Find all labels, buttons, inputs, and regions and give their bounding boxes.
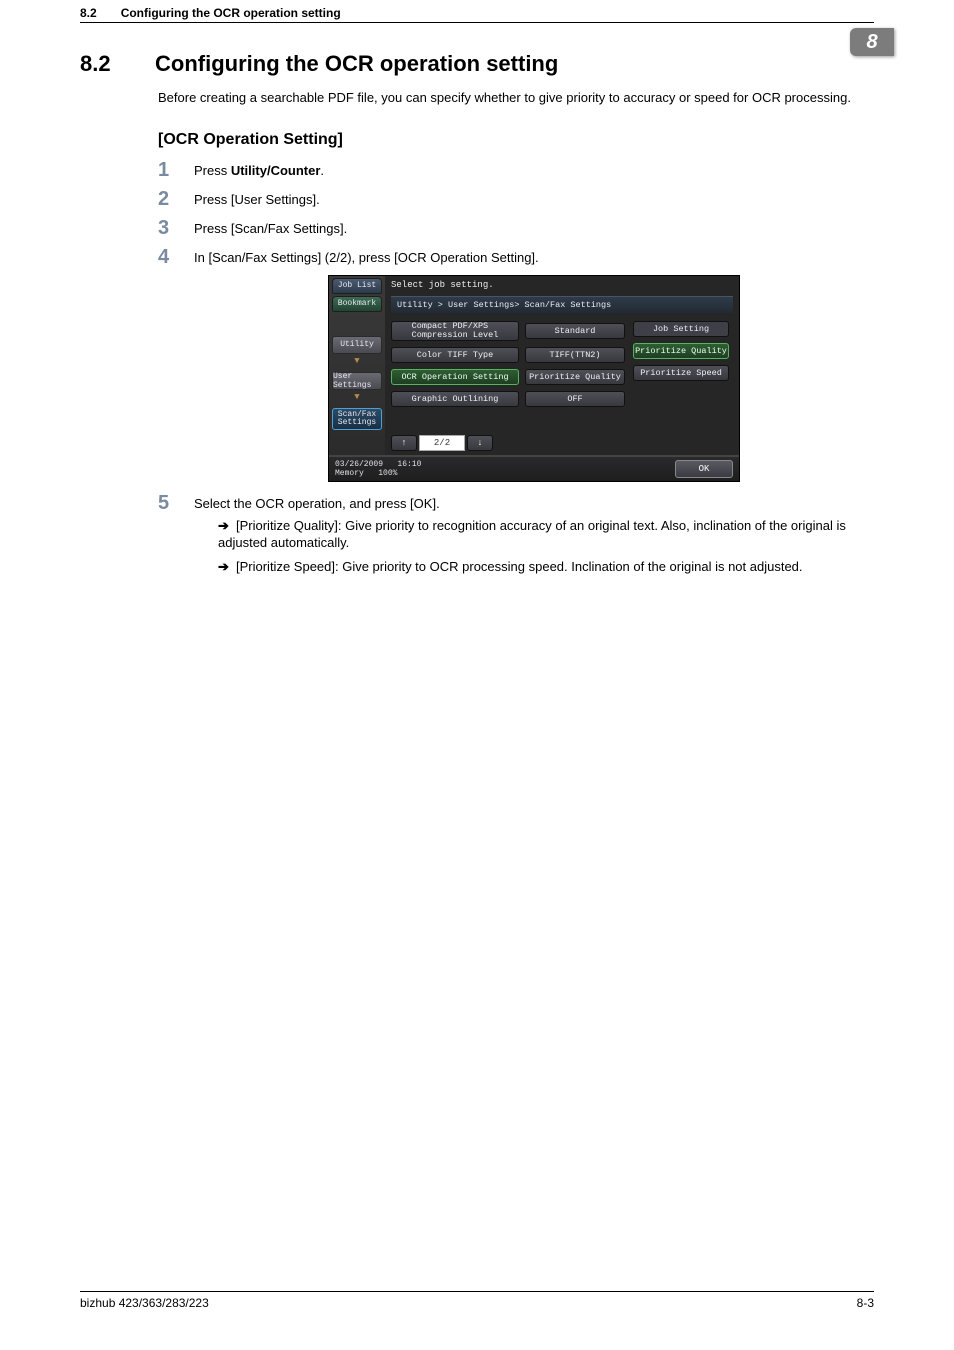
bookmark-tab[interactable]: Bookmark	[332, 296, 382, 312]
arrow-icon: ➔	[218, 558, 236, 576]
panel-instruction: Select job setting.	[391, 280, 733, 290]
setting-value: OFF	[525, 391, 625, 407]
chapter-tab: 8	[850, 28, 894, 56]
crumb-user-settings[interactable]: User Settings	[332, 372, 382, 390]
footer-page-number: 8-3	[857, 1296, 874, 1310]
header-section-number: 8.2	[80, 6, 97, 20]
panel-footer: 03/26/2009 16:10 Memory 100% OK	[329, 455, 739, 481]
prioritize-speed-option[interactable]: Prioritize Speed	[633, 365, 729, 381]
setting-label-button[interactable]: Graphic Outlining	[391, 391, 519, 407]
subheading: [OCR Operation Setting]	[158, 131, 874, 149]
panel-main: Select job setting. Utility > User Setti…	[385, 276, 739, 455]
running-header: 8.2 Configuring the OCR operation settin…	[80, 0, 874, 23]
control-panel-screenshot: Job List Bookmark Utility ▼ User Setting…	[328, 275, 740, 482]
setting-value: TIFF(TTN2)	[525, 347, 625, 363]
footer-status: 03/26/2009 16:10 Memory 100%	[335, 460, 421, 478]
header-section-title: Configuring the OCR operation setting	[121, 6, 874, 20]
step-4: In [Scan/Fax Settings] (2/2), press [OCR…	[158, 250, 874, 482]
setting-value: Standard	[525, 323, 625, 339]
pager: ↑ 2/2 ↓	[391, 435, 625, 451]
intro-paragraph: Before creating a searchable PDF file, y…	[158, 89, 874, 107]
page-indicator: 2/2	[419, 435, 465, 451]
section-heading: 8.2Configuring the OCR operation setting	[80, 51, 874, 77]
section-title-text: Configuring the OCR operation setting	[155, 51, 558, 76]
panel-left-column: Job List Bookmark Utility ▼ User Setting…	[329, 276, 385, 455]
step-2: Press [User Settings].	[158, 192, 874, 207]
setting-row: OCR Operation Setting Prioritize Quality	[391, 369, 625, 385]
page-up-button[interactable]: ↑	[391, 435, 417, 451]
ocr-operation-setting-button[interactable]: OCR Operation Setting	[391, 369, 519, 385]
setting-row: Color TIFF Type TIFF(TTN2)	[391, 347, 625, 363]
page-footer: bizhub 423/363/283/223 8-3	[80, 1291, 874, 1310]
job-setting-heading: Job Setting	[633, 321, 729, 337]
page-down-button[interactable]: ↓	[467, 435, 493, 451]
arrow-icon: ➔	[218, 517, 236, 535]
footer-product: bizhub 423/363/283/223	[80, 1296, 209, 1310]
crumb-utility[interactable]: Utility	[332, 336, 382, 354]
setting-label-button[interactable]: Color TIFF Type	[391, 347, 519, 363]
setting-row: Compact PDF/XPS Compression Level Standa…	[391, 321, 625, 341]
crumb-arrow-icon: ▼	[352, 392, 362, 402]
ok-button[interactable]: OK	[675, 460, 733, 478]
sub-bullet: ➔[Prioritize Speed]: Give priority to OC…	[218, 558, 874, 576]
sub-bullet: ➔[Prioritize Quality]: Give priority to …	[218, 517, 874, 552]
step-5: Select the OCR operation, and press [OK]…	[158, 496, 874, 576]
section-number: 8.2	[80, 51, 155, 77]
setting-label-button[interactable]: Compact PDF/XPS Compression Level	[391, 321, 519, 341]
job-list-tab[interactable]: Job List	[332, 278, 382, 294]
breadcrumb-path: Utility > User Settings> Scan/Fax Settin…	[391, 296, 733, 313]
setting-row: Graphic Outlining OFF	[391, 391, 625, 407]
setting-value: Prioritize Quality	[525, 369, 625, 385]
crumb-arrow-icon: ▼	[352, 356, 362, 366]
prioritize-quality-option[interactable]: Prioritize Quality	[633, 343, 729, 359]
step-3: Press [Scan/Fax Settings].	[158, 221, 874, 236]
crumb-scan-fax[interactable]: Scan/Fax Settings	[332, 408, 382, 430]
step-1: Press Utility/Counter.	[158, 163, 874, 178]
